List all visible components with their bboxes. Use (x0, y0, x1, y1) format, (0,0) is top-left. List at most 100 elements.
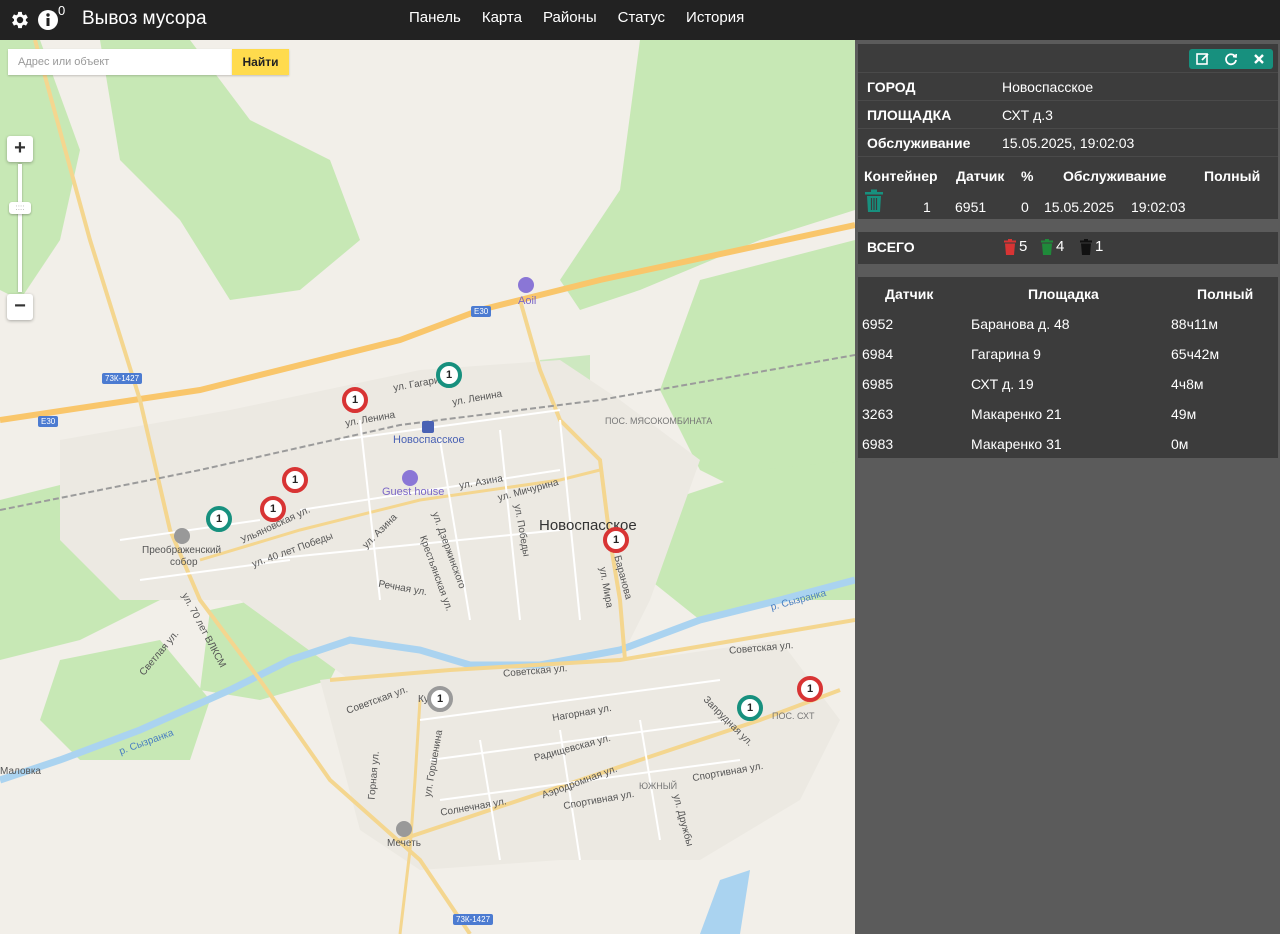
black-trash-icon (1080, 238, 1092, 255)
nav-map[interactable]: Карта (482, 9, 522, 26)
container-marker[interactable]: 1 (282, 467, 308, 493)
row-site: Макаренко 21 (971, 406, 1062, 422)
row-sensor: 6983 (862, 436, 894, 452)
app-title: Вывоз мусора (82, 8, 207, 29)
close-icon[interactable] (1245, 49, 1273, 69)
fill-percent: 0 (1021, 199, 1029, 215)
city-value: Новоспасское (1002, 79, 1094, 95)
container-marker[interactable]: 1 (797, 676, 823, 702)
total-offline-count: 1 (1095, 238, 1104, 255)
container-marker[interactable]: 1 (206, 506, 232, 532)
map-label-mosque: Мечеть (387, 838, 421, 849)
service-date: 15.05.2025 (1044, 199, 1115, 215)
road-badge: E30 (471, 306, 492, 317)
zoom-slider-handle[interactable]: :::: (9, 202, 31, 214)
row-full: 4ч8м (1171, 376, 1204, 392)
hotel-icon[interactable] (402, 470, 418, 486)
site-value: СХТ д.3 (1002, 107, 1053, 123)
row-sensor: 6984 (862, 346, 894, 362)
service-header: Обслуживание (1063, 168, 1167, 184)
site-label: ПЛОЩАДКА (867, 107, 952, 123)
map-label-station: Новоспасское (393, 434, 465, 446)
row-full: 88ч11м (1171, 316, 1219, 332)
table-row[interactable]: 6985 СХТ д. 19 4ч8м (858, 368, 1278, 398)
row-full: 65ч42м (1171, 346, 1220, 362)
road-badge: 73К-1427 (453, 914, 494, 925)
row-full: 49м (1171, 406, 1197, 422)
table-row[interactable]: 6983 Макаренко 31 0м (858, 428, 1278, 458)
row-sensor: 6952 (862, 316, 894, 332)
table-row[interactable]: 6984 Гагарина 9 65ч42м (858, 338, 1278, 368)
percent-header: % (1021, 168, 1034, 184)
service-label: Обслуживание (867, 135, 971, 151)
map-view[interactable]: Найти + :::: − 73К-1427 E30 E30 73К-1427… (0, 40, 855, 934)
refresh-icon[interactable] (1217, 49, 1245, 69)
train-station-icon[interactable] (422, 421, 434, 433)
col-full: Полный (1197, 286, 1254, 302)
totals-label: ВСЕГО (867, 239, 915, 255)
zoom-out-button[interactable]: − (7, 294, 33, 320)
mosque-icon[interactable] (396, 821, 412, 837)
row-site: Баранова д. 48 (971, 316, 1070, 332)
container-marker[interactable]: 1 (737, 695, 763, 721)
fuel-station-icon[interactable] (518, 277, 534, 293)
nav-panel[interactable]: Панель (409, 9, 461, 26)
map-label-cathedral: Преображенский (142, 545, 222, 556)
search-button[interactable]: Найти (232, 49, 289, 75)
card-toolbar (1189, 49, 1273, 69)
top-bar: 0 Вывоз мусора Панель Карта Районы Стату… (0, 0, 1280, 40)
map-label-pos-skht: ПОС. СХТ (772, 711, 815, 721)
zoom-in-button[interactable]: + (7, 136, 33, 162)
col-site: Площадка (1028, 286, 1099, 302)
service-time: 19:02:03 (1131, 199, 1186, 215)
totals-card: ВСЕГО 5 4 1 (858, 232, 1278, 264)
sensor-header: Датчик (956, 168, 1005, 184)
map-label-malovka: Маловка (0, 766, 41, 777)
site-row: ПЛОЩАДКА СХТ д.3 (858, 100, 1278, 128)
total-ok: 4 (1041, 238, 1064, 255)
road-badge: 73К-1427 (102, 373, 143, 384)
edit-icon[interactable] (1189, 49, 1217, 69)
map-label-aoil: Aoil (518, 295, 537, 307)
map-label-south: ЮЖНЫЙ (639, 781, 678, 791)
total-offline: 1 (1080, 238, 1103, 255)
row-site: Макаренко 31 (971, 436, 1062, 452)
row-full: 0м (1171, 436, 1189, 452)
map-label-guest-house: Guest house (382, 486, 445, 498)
container-header: Контейнер (864, 168, 938, 184)
city-row: ГОРОД Новоспасское (858, 72, 1278, 100)
col-sensor: Датчик (885, 286, 934, 302)
total-full-count: 5 (1019, 238, 1028, 255)
nav-districts[interactable]: Районы (543, 9, 597, 26)
total-ok-count: 4 (1056, 238, 1065, 255)
green-trash-icon (1041, 238, 1053, 255)
nav-history[interactable]: История (686, 9, 744, 26)
container-marker[interactable]: 1 (436, 362, 462, 388)
nav-status[interactable]: Статус (618, 9, 665, 26)
row-sensor: 6985 (862, 376, 894, 392)
row-sensor: 3263 (862, 406, 894, 422)
container-marker[interactable]: 1 (260, 496, 286, 522)
info-icon[interactable] (37, 9, 59, 31)
search-input[interactable] (8, 49, 232, 75)
container-number: 1 (923, 199, 931, 215)
service-value: 15.05.2025, 19:02:03 (1002, 135, 1135, 151)
main-nav: Панель Карта Районы Статус История (409, 9, 765, 26)
service-row: Обслуживание 15.05.2025, 19:02:03 (858, 128, 1278, 156)
table-row[interactable]: 6952 Баранова д. 48 88ч11м (858, 308, 1278, 338)
church-icon[interactable] (174, 528, 190, 544)
container-marker[interactable]: 1 (603, 527, 629, 553)
sensor-table: Датчик Площадка Полный 6952 Баранова д. … (858, 277, 1278, 458)
container-marker[interactable]: 1 (427, 686, 453, 712)
gear-icon[interactable] (9, 9, 31, 31)
container-marker[interactable]: 1 (342, 387, 368, 413)
full-header: Полный (1204, 168, 1261, 184)
zoom-slider-track[interactable] (18, 164, 22, 292)
map-label-cathedral: собор (170, 557, 198, 568)
site-details-card: ГОРОД Новоспасское ПЛОЩАДКА СХТ д.3 Обсл… (858, 44, 1278, 219)
table-row[interactable]: 3263 Макаренко 21 49м (858, 398, 1278, 428)
map-label-meat-plant: ПОС. МЯСОКОМБИНАТА (605, 416, 713, 426)
trash-icon[interactable] (864, 189, 884, 218)
row-site: СХТ д. 19 (971, 376, 1034, 392)
road-badge: E30 (38, 416, 59, 427)
